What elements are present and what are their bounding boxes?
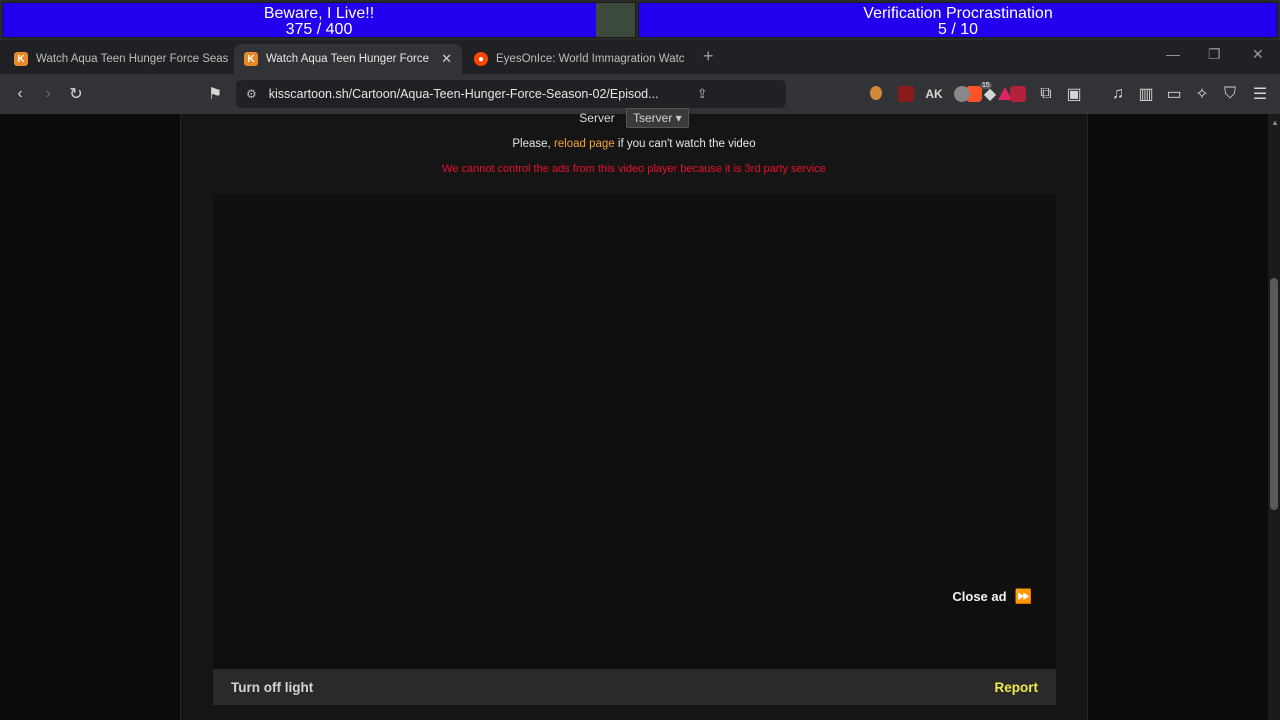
progress-title: Beware, I Live!!: [263, 5, 375, 22]
video-player[interactable]: Close ad ⏩: [213, 194, 1056, 669]
tab-strip: K Watch Aqua Teen Hunger Force Seas K Wa…: [0, 40, 1280, 74]
restore-icon[interactable]: ❐: [1208, 46, 1221, 63]
tab-title: Watch Aqua Teen Hunger Force Seas: [36, 53, 229, 65]
address-bar[interactable]: ⚙ kisscartoon.sh/Cartoon/Aqua-Teen-Hunge…: [236, 80, 1012, 108]
extension-diamond-icon[interactable]: ◆: [980, 84, 1000, 104]
report-button[interactable]: Report: [995, 680, 1039, 695]
main-content: Server Tserver ▾ Please, reload page if …: [180, 108, 1088, 720]
close-ad-button[interactable]: Close ad ⏩: [952, 588, 1032, 605]
reddit-icon: ●: [474, 52, 488, 66]
ak-extension-icon[interactable]: AK: [924, 84, 944, 104]
new-tab-button[interactable]: +: [703, 46, 714, 67]
progress-title: Verification Procrastination: [863, 5, 1053, 22]
share-icon[interactable]: ⇪: [697, 86, 708, 102]
server-select[interactable]: Tserver ▾: [625, 108, 689, 128]
bookmark-icon[interactable]: ⚑: [205, 84, 225, 104]
reload-page-link[interactable]: reload page: [554, 138, 615, 150]
extension-circle-icon[interactable]: [954, 86, 970, 102]
tab-title: EyesOnIce: World Immagration Watc: [496, 53, 685, 65]
tab-aqua-teen-1[interactable]: K Watch Aqua Teen Hunger Force Seas: [4, 44, 230, 74]
reload-icon[interactable]: ↻: [66, 84, 86, 104]
site-settings-icon[interactable]: ⚙: [246, 87, 257, 101]
tab-aqua-teen-2[interactable]: K Watch Aqua Teen Hunger Force ✕: [234, 44, 462, 74]
kisscartoon-favicon-icon: K: [14, 52, 28, 66]
wallet-icon[interactable]: ▭: [1164, 84, 1184, 104]
web-page: Server Tserver ▾ Please, reload page if …: [0, 108, 1268, 720]
extension-icon[interactable]: [870, 86, 882, 100]
scroll-up-icon[interactable]: ▲: [1271, 118, 1279, 127]
skip-forward-icon: ⏩: [1014, 588, 1032, 604]
minimize-icon[interactable]: —: [1166, 46, 1180, 62]
vpn-shield-icon[interactable]: ⛉: [1220, 84, 1240, 104]
close-window-icon[interactable]: ✕: [1252, 46, 1264, 63]
close-ad-label: Close ad: [952, 589, 1007, 604]
server-label: Server: [579, 111, 615, 125]
progress-bar-verification: Verification Procrastination 5 / 10: [638, 2, 1278, 38]
server-row: Server Tserver ▾: [181, 108, 1087, 128]
page-scrollbar[interactable]: ▲: [1268, 114, 1280, 720]
url-text[interactable]: kisscartoon.sh/Cartoon/Aqua-Teen-Hunger-…: [269, 87, 679, 101]
back-icon[interactable]: ‹: [10, 84, 30, 104]
progress-bar-beware: Beware, I Live!! 375 / 400: [2, 2, 636, 38]
screenshot-icon[interactable]: ▣: [1064, 84, 1084, 104]
extension-red-icon[interactable]: [1010, 86, 1026, 102]
progress-count: 375 / 400: [285, 21, 353, 38]
menu-icon[interactable]: ☰: [1250, 84, 1270, 104]
tab-eyesonice[interactable]: ● EyesOnIce: World Immagration Watc: [464, 44, 690, 74]
music-icon[interactable]: ♫: [1108, 84, 1128, 104]
player-controls-bar: Turn off light Report: [213, 669, 1056, 705]
ad-warning: We cannot control the ads from this vide…: [442, 163, 826, 175]
close-tab-icon[interactable]: ✕: [431, 51, 452, 67]
kisscartoon-favicon-icon: K: [244, 52, 258, 66]
extensions-puzzle-icon[interactable]: ⧉: [1036, 84, 1056, 104]
progress-overlay: Beware, I Live!! 375 / 400 Verification …: [0, 0, 1280, 40]
progress-count: 5 / 10: [937, 21, 979, 38]
turn-off-light-button[interactable]: Turn off light: [231, 680, 313, 695]
leo-ai-icon[interactable]: ✧: [1192, 84, 1212, 104]
ublock-icon[interactable]: [898, 86, 914, 102]
sidebar-icon[interactable]: ▥: [1136, 84, 1156, 104]
scroll-thumb[interactable]: [1270, 278, 1278, 510]
tab-title: Watch Aqua Teen Hunger Force: [266, 53, 430, 65]
reload-notice: Please, reload page if you can't watch t…: [512, 138, 756, 150]
forward-icon[interactable]: ›: [38, 84, 58, 104]
